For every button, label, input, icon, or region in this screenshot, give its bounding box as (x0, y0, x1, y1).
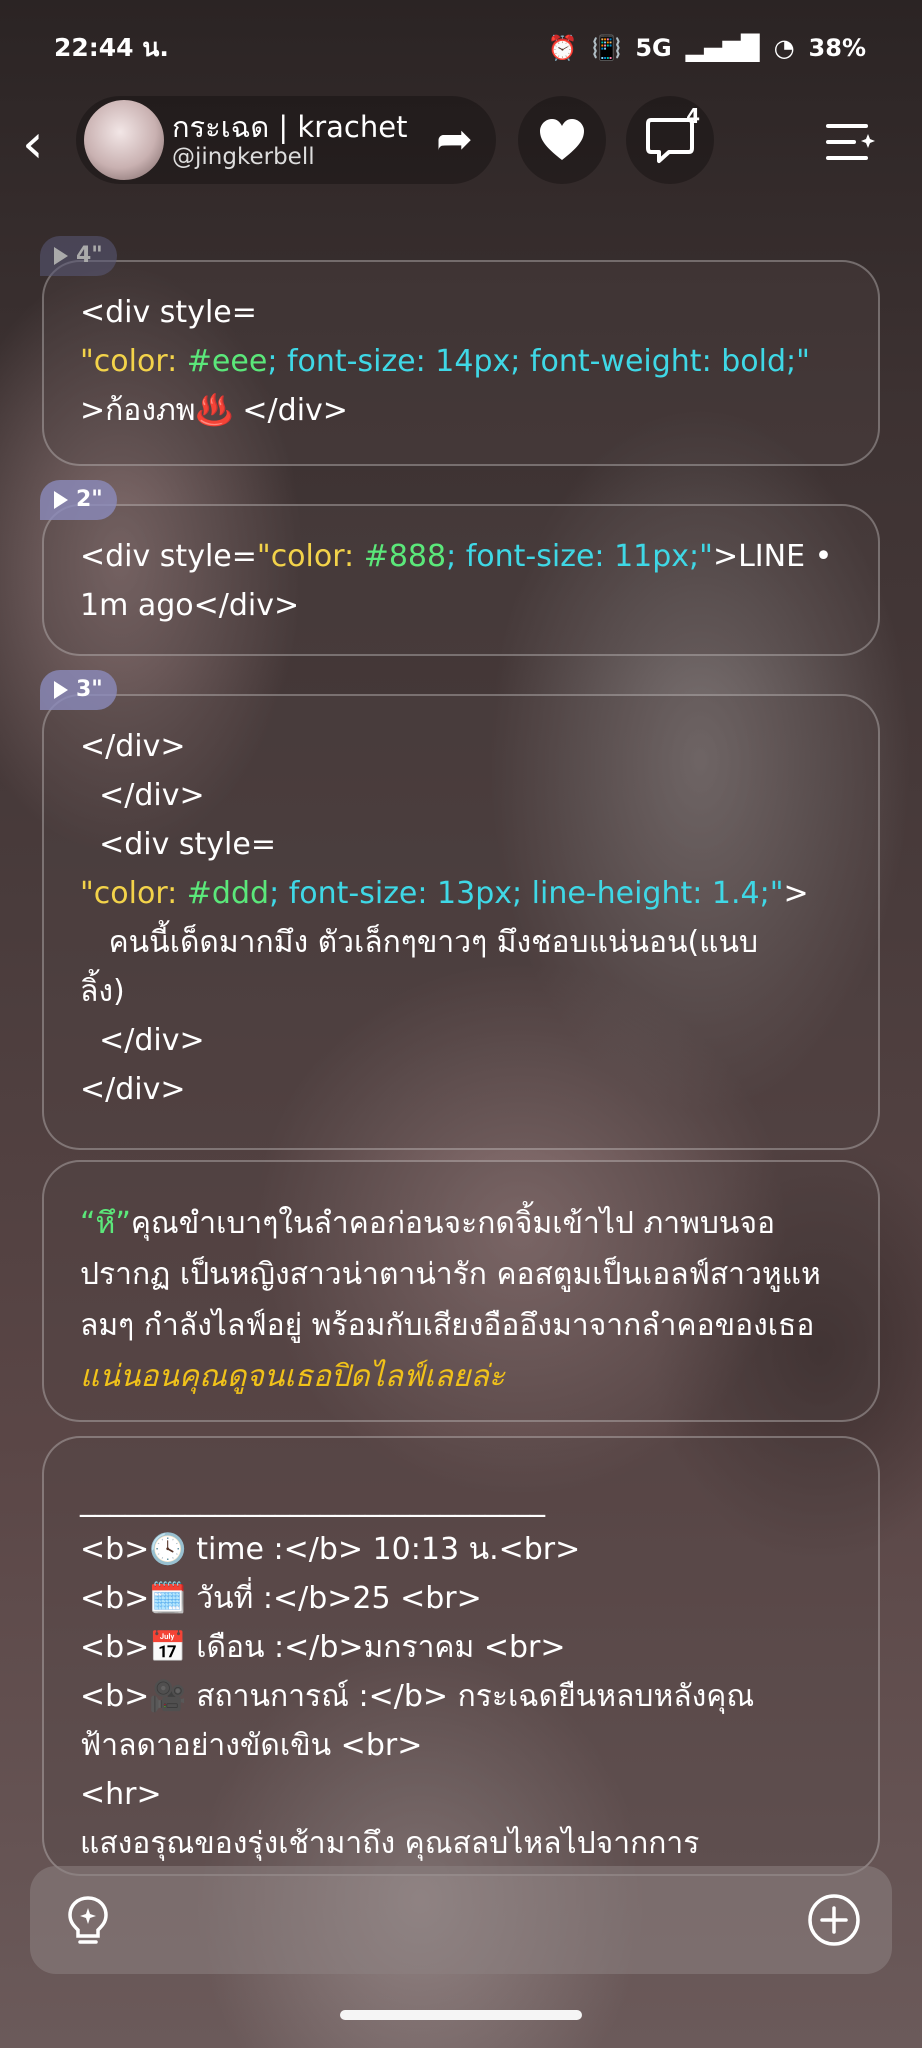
message-line: </div> (80, 1023, 205, 1058)
voice-play-tag[interactable]: 2" (40, 480, 117, 520)
message-line: "color: #eee; font-size: 14px; font-weig… (80, 344, 810, 379)
voice-duration: 3" (76, 677, 103, 702)
battery-level: 38% (808, 34, 866, 62)
profile-pill[interactable]: กระเฉด | krachet @jingkerbell ➦ (76, 96, 496, 184)
message-line: <b>📅 เดือน :</b>มกราคม <br> (80, 1630, 566, 1665)
message-line: "color: #ddd; font-size: 13px; line-heig… (80, 876, 809, 911)
voice-play-tag[interactable]: 3" (40, 670, 117, 710)
alarm-icon: ⏰ (547, 34, 578, 62)
status-time: 22:44 น. (54, 33, 169, 62)
message-line: 1m ago</div> (80, 588, 300, 623)
network-label: 5G (635, 34, 672, 62)
message-line: </div> (80, 729, 186, 764)
message-line: <b>🎥 สถานการณ์ :</b> กระเฉดยืนหลบหลังคุณ (80, 1679, 755, 1714)
home-indicator[interactable] (340, 2010, 582, 2020)
message-line: ลิ้ง) (80, 974, 125, 1009)
message-line: <b>🕓 time :</b> 10:13 น.<br> (80, 1532, 581, 1567)
lightbulb-icon[interactable] (60, 1892, 116, 1948)
message-line: <div style= (80, 295, 257, 330)
emphasis-text: แน่นอนคุณดูจนเธอปิดไลฟ์เลยล่ะ (80, 1359, 505, 1394)
message-line: <div style="color: #888; font-size: 11px… (80, 539, 833, 574)
message-line: คนนี้เด็ดมากมึง ตัวเล็กๆขาวๆ มึงชอบแน่นอ… (80, 925, 759, 960)
menu-icon[interactable] (824, 118, 876, 166)
back-chevron-icon[interactable]: ‹ (22, 114, 58, 174)
battery-icon: ◔ (773, 34, 795, 62)
message-line: แสงอรุณของรุ่งเช้ามาถึง คุณสลบไหลไปจากกา… (80, 1826, 700, 1861)
message-line: </div> (80, 1072, 186, 1107)
message-card[interactable]: 3" </div> </div> <div style= "color: #dd… (40, 670, 880, 1150)
signal-icon: ▂▄▆█ (685, 34, 760, 62)
message-line: >ก้องภพ♨️ </div> (80, 393, 348, 428)
character-handle: @jingkerbell (172, 144, 315, 170)
voice-duration: 2" (76, 487, 103, 512)
message-card[interactable]: _______________________________ <b>🕓 tim… (42, 1436, 880, 1876)
vibrate-icon: 📳 (591, 34, 622, 62)
play-icon (54, 491, 68, 509)
message-line: ฟ้าลดาอย่างขัดเขิน <br> (80, 1728, 423, 1763)
quote-text: “หึ” (80, 1206, 131, 1241)
narration-body: คุณขำเบาๆในลำคอก่อนจะกดจิ้มเข้าไป ภาพบนจ… (80, 1206, 821, 1343)
bottom-input-bar[interactable] (30, 1866, 892, 1974)
message-card[interactable]: 4" <div style= "color: #eee; font-size: … (40, 236, 880, 466)
avatar[interactable] (84, 100, 164, 180)
comment-count-badge: 4 (686, 104, 700, 128)
like-button[interactable] (518, 96, 606, 184)
status-bar: 22:44 น. ⏰ 📳 5G ▂▄▆█ ◔ 38% (0, 0, 922, 96)
voice-play-tag[interactable]: 4" (40, 236, 117, 276)
add-plus-icon[interactable] (806, 1892, 862, 1948)
comments-button[interactable]: 4 (626, 96, 714, 184)
message-line: <hr> (80, 1777, 162, 1812)
chat-header: ‹ กระเฉด | krachet @jingkerbell ➦ 4 (0, 96, 922, 196)
divider-line: _______________________________ (80, 1483, 545, 1518)
message-line: <div style= (80, 827, 276, 862)
play-icon (54, 247, 68, 265)
message-line: <b>🗓️ วันที่ :</b>25 <br> (80, 1581, 482, 1616)
message-card[interactable]: 2" <div style="color: #888; font-size: 1… (40, 480, 880, 656)
message-line: </div> (80, 778, 205, 813)
message-card[interactable]: “หึ”คุณขำเบาๆในลำคอก่อนจะกดจิ้มเข้าไป ภา… (42, 1160, 880, 1422)
heart-icon (540, 119, 584, 160)
share-icon[interactable]: ➦ (436, 116, 490, 166)
voice-duration: 4" (76, 243, 103, 268)
play-icon (54, 681, 68, 699)
narration-text: “หึ”คุณขำเบาๆในลำคอก่อนจะกดจิ้มเข้าไป ภา… (80, 1198, 842, 1402)
